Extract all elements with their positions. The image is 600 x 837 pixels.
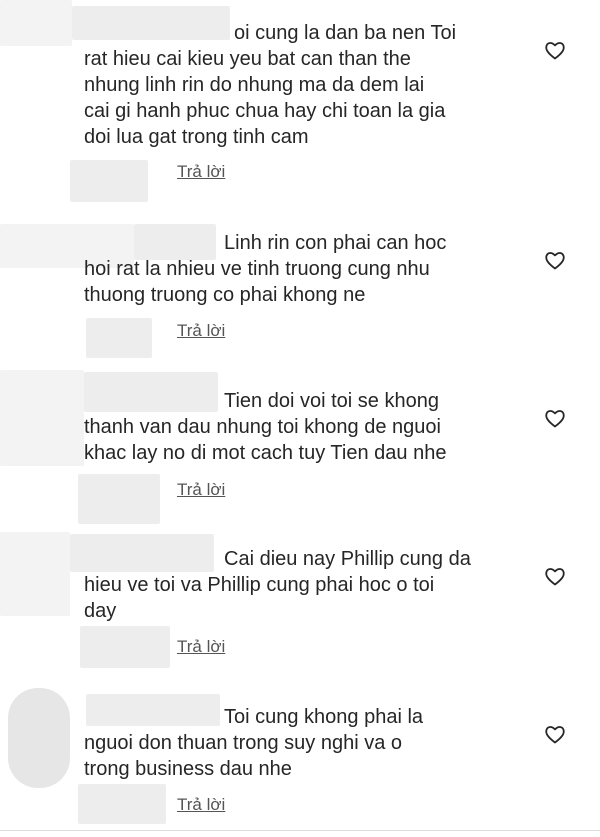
heart-outline-icon — [545, 568, 565, 586]
redacted-username — [84, 372, 218, 412]
redacted-avatar — [8, 688, 70, 788]
redacted-timestamp — [86, 318, 152, 358]
heart-outline-icon — [545, 726, 565, 744]
reply-button[interactable]: Trả lời — [177, 795, 225, 815]
heart-outline-icon — [545, 410, 565, 428]
comment-text-line-1: Linh rin con phai can hoc — [224, 232, 447, 254]
redacted-timestamp — [80, 626, 170, 668]
reply-button[interactable]: Trả lời — [177, 321, 225, 341]
reply-button[interactable]: Trả lời — [177, 480, 225, 500]
comment-text-rest: rat hieu cai kieu yeu bat can than the n… — [84, 48, 446, 148]
comment-text-rest: hieu ve toi va Phillip cung phai hoc o t… — [84, 574, 435, 622]
redacted-avatar — [0, 370, 84, 466]
divider — [0, 830, 600, 831]
like-heart-button[interactable] — [543, 722, 567, 746]
comment-text-rest: hoi rat la nhieu ve tinh truong cung nhu… — [84, 258, 430, 306]
redacted-username — [86, 694, 220, 726]
reply-button[interactable]: Trả lời — [177, 162, 225, 182]
redacted-username — [72, 6, 230, 40]
redacted-username — [134, 224, 216, 260]
redacted-timestamp — [70, 160, 148, 202]
redacted-timestamp — [78, 784, 166, 824]
comment-text-rest: nguoi don thuan trong suy nghi va o tron… — [84, 732, 403, 780]
heart-outline-icon — [545, 252, 565, 270]
comment-text-line-1: oi cung la dan ba nen Toi — [234, 22, 457, 44]
reply-button[interactable]: Trả lời — [177, 637, 225, 657]
redacted-avatar — [0, 532, 70, 616]
like-heart-button[interactable] — [543, 406, 567, 430]
redacted-avatar — [0, 0, 72, 46]
comment-text-line-1: Cai dieu nay Phillip cung da — [224, 548, 471, 570]
redacted-username — [70, 534, 214, 572]
comment-text-line-1: Toi cung khong phai la — [224, 706, 424, 728]
comment-text-rest: thanh van dau nhung toi khong de nguoi k… — [84, 416, 447, 464]
like-heart-button[interactable] — [543, 38, 567, 62]
like-heart-button[interactable] — [543, 564, 567, 588]
heart-outline-icon — [545, 42, 565, 60]
comment-text-line-1: Tien doi voi toi se khong — [224, 390, 439, 412]
like-heart-button[interactable] — [543, 248, 567, 272]
redacted-timestamp — [78, 474, 160, 524]
